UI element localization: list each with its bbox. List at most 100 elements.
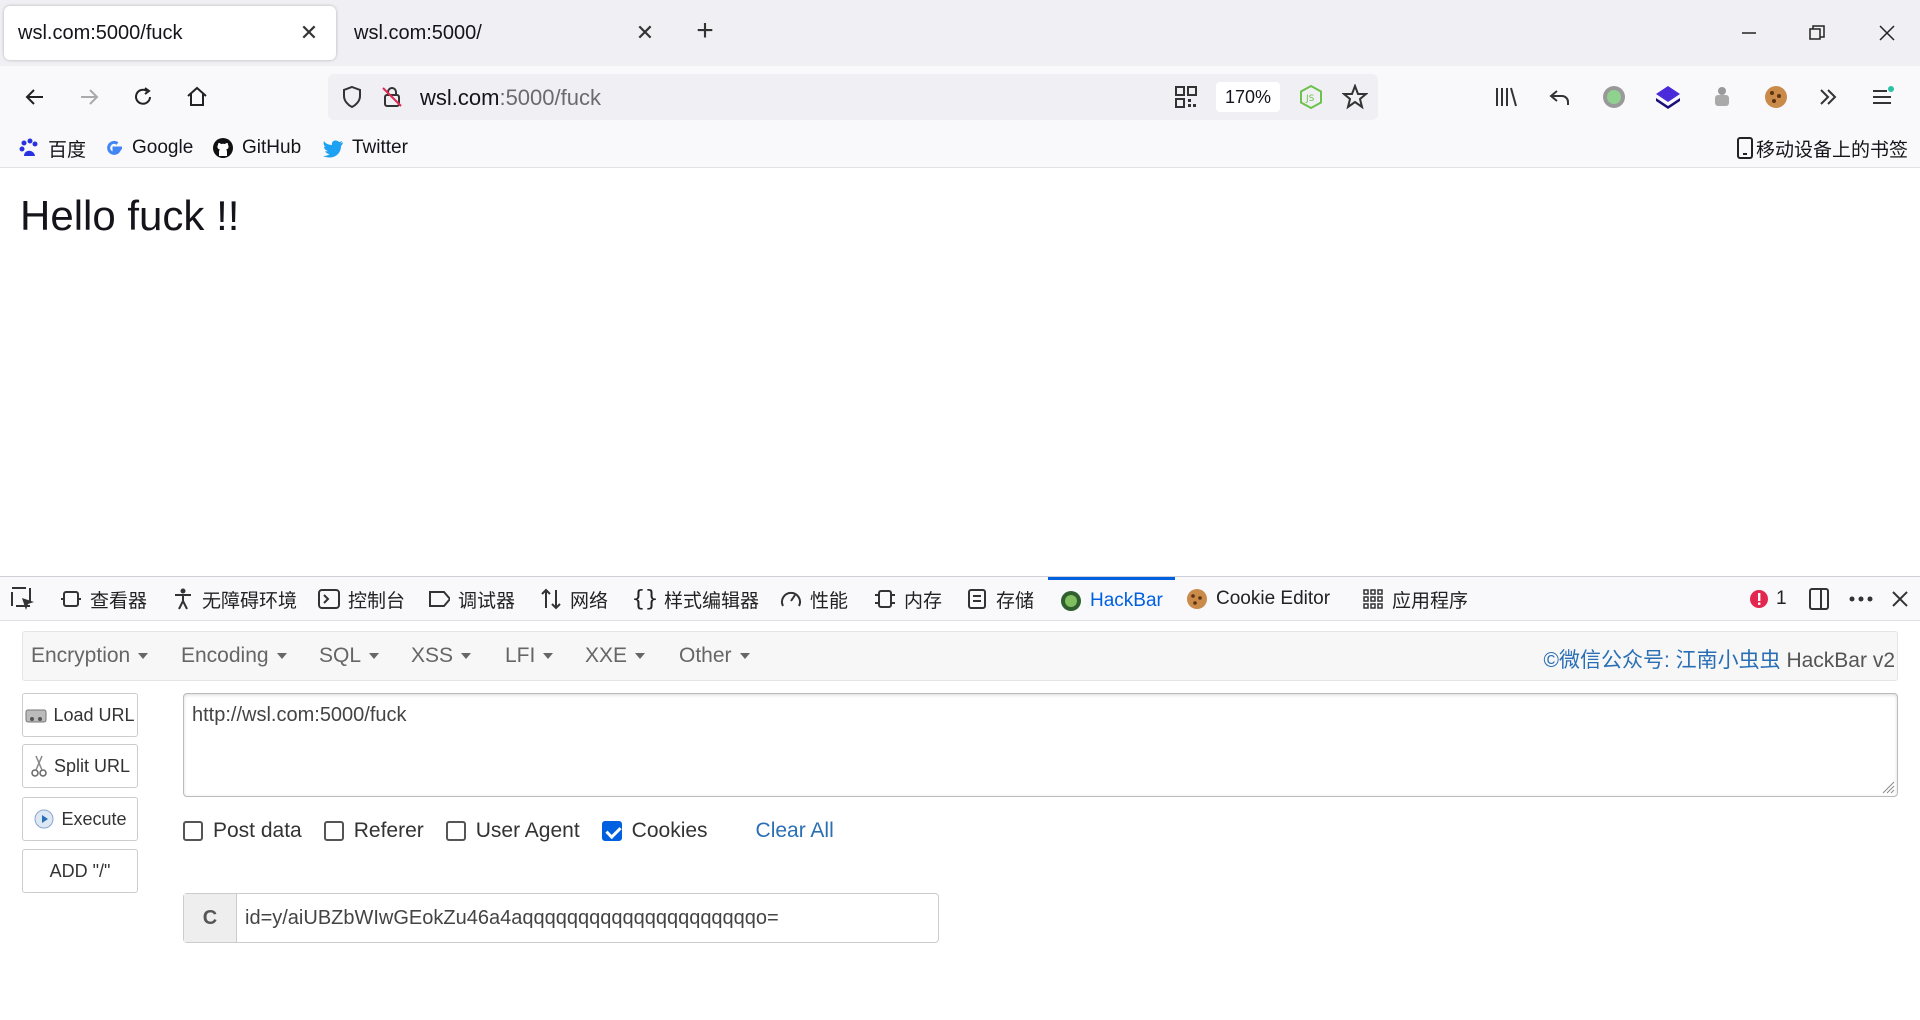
- checkbox-box[interactable]: [445, 821, 466, 841]
- window-close-icon[interactable]: [1860, 12, 1914, 54]
- bookmarks-toolbar: 百度 Google GitHub Twitter 移动设备上的书签: [0, 128, 1920, 168]
- resize-grip-icon[interactable]: [1879, 778, 1895, 794]
- page-content: Hello fuck !!: [0, 168, 1920, 576]
- bookmark-star-icon[interactable]: [1341, 83, 1369, 115]
- menu-sql[interactable]: SQL: [319, 644, 380, 668]
- tab-hackbar[interactable]: HackBar: [1048, 577, 1175, 621]
- hackbar-menu: Encryption Encoding SQL XSS LFI XXE Othe…: [22, 631, 1898, 681]
- overflow-chevron-icon[interactable]: [1808, 76, 1848, 118]
- extension-diamond-icon[interactable]: [1648, 76, 1688, 118]
- credit-link[interactable]: ©微信公众号: 江南小虫虫: [1543, 649, 1780, 672]
- minimize-icon[interactable]: [1722, 12, 1776, 54]
- add-slash-button[interactable]: ADD "/": [22, 849, 138, 893]
- checkbox-box-checked[interactable]: [601, 821, 622, 841]
- load-url-icon: [25, 709, 47, 723]
- error-count[interactable]: 1: [1748, 577, 1787, 621]
- menu-encryption[interactable]: Encryption: [31, 644, 149, 668]
- menu-icon[interactable]: [1862, 76, 1902, 118]
- github-icon: [213, 138, 233, 158]
- cookie-icon[interactable]: [1756, 76, 1796, 118]
- extension-circle-icon[interactable]: [1594, 76, 1634, 118]
- restore-icon[interactable]: [1790, 12, 1844, 54]
- tab-console[interactable]: 控制台: [318, 577, 405, 621]
- checkbox-box[interactable]: [323, 821, 344, 841]
- inspector-icon: [60, 588, 82, 610]
- undo-icon[interactable]: [1540, 76, 1580, 118]
- tab-application[interactable]: 应用程序: [1362, 577, 1468, 621]
- caret-down-icon: [543, 653, 554, 660]
- post-data-checkbox[interactable]: Post data: [183, 819, 302, 843]
- bookmark-github[interactable]: GitHub: [212, 134, 301, 162]
- extension-puzzle-icon[interactable]: [1702, 76, 1742, 118]
- home-icon[interactable]: [176, 76, 218, 118]
- reload-icon[interactable]: [122, 76, 164, 118]
- menu-lfi[interactable]: LFI: [505, 644, 554, 668]
- style-braces-icon: {}: [631, 586, 659, 612]
- menu-xxe[interactable]: XXE: [585, 644, 646, 668]
- cookie-field: C id=y/aiUBZbWIwGEokZu46a4aqqqqqqqqqqqqq…: [183, 893, 939, 943]
- devtools-close-icon[interactable]: [1890, 577, 1910, 621]
- split-url-button[interactable]: Split URL: [22, 744, 138, 788]
- referer-checkbox[interactable]: Referer: [323, 819, 424, 843]
- tab-debugger[interactable]: 调试器: [428, 577, 515, 621]
- tab-performance[interactable]: 性能: [780, 577, 848, 621]
- error-icon: [1748, 588, 1770, 610]
- zoom-level[interactable]: 170%: [1216, 82, 1280, 112]
- bookmark-twitter[interactable]: Twitter: [322, 134, 408, 162]
- scissors-icon: [31, 755, 47, 777]
- cookie-editor-icon: [1186, 588, 1208, 610]
- execute-button[interactable]: Execute: [22, 797, 138, 841]
- load-url-button[interactable]: Load URL: [22, 693, 138, 737]
- dock-side-icon[interactable]: [1808, 577, 1830, 621]
- hackbar-url-input[interactable]: http://wsl.com:5000/fuck: [183, 693, 1898, 797]
- close-icon[interactable]: ✕: [632, 20, 658, 46]
- clear-all-link[interactable]: Clear All: [756, 819, 834, 843]
- tab-strip: wsl.com:5000/fuck ✕ wsl.com:5000/ ✕ +: [0, 0, 1920, 66]
- back-icon[interactable]: [14, 76, 56, 118]
- debugger-icon: [428, 588, 450, 610]
- tab-accessibility[interactable]: 无障碍环境: [172, 577, 297, 621]
- tab-inactive[interactable]: wsl.com:5000/ ✕: [340, 6, 672, 60]
- more-options-icon[interactable]: [1848, 577, 1874, 621]
- shield-icon[interactable]: [340, 85, 364, 114]
- tab-storage[interactable]: 存储: [966, 577, 1034, 621]
- caret-down-icon: [276, 653, 287, 660]
- cookie-label: C: [184, 894, 237, 942]
- tab-network[interactable]: 网络: [540, 577, 608, 621]
- memory-chip-icon: [874, 588, 896, 610]
- new-tab-icon[interactable]: +: [690, 16, 720, 50]
- tab-memory[interactable]: 内存: [874, 577, 942, 621]
- nodejs-icon[interactable]: JS: [1298, 84, 1324, 115]
- tab-inspector[interactable]: 查看器: [60, 577, 147, 621]
- caret-down-icon: [635, 653, 646, 660]
- library-icon[interactable]: [1486, 76, 1526, 118]
- qr-code-icon[interactable]: [1174, 85, 1198, 114]
- tab-active[interactable]: wsl.com:5000/fuck ✕: [4, 6, 336, 60]
- page-heading: Hello fuck !!: [20, 192, 240, 239]
- mobile-bookmarks[interactable]: 移动设备上的书签: [1736, 134, 1908, 162]
- close-icon[interactable]: ✕: [296, 20, 322, 46]
- url-text[interactable]: wsl.com:5000/fuck: [420, 85, 601, 111]
- menu-encoding[interactable]: Encoding: [181, 644, 287, 668]
- checkbox-box[interactable]: [183, 821, 203, 841]
- user-agent-checkbox[interactable]: User Agent: [445, 819, 580, 843]
- cookie-input[interactable]: id=y/aiUBZbWIwGEokZu46a4aqqqqqqqqqqqqqqq…: [237, 894, 779, 942]
- insecure-lock-icon[interactable]: [380, 85, 404, 114]
- bookmark-google[interactable]: Google: [104, 134, 193, 162]
- performance-gauge-icon: [780, 588, 802, 610]
- forward-icon[interactable]: [68, 76, 110, 118]
- caret-down-icon: [369, 653, 380, 660]
- devtools-panel: 查看器 无障碍环境 控制台 调试器 网络 {} 样式编辑器 性能 内存 存储 H…: [0, 576, 1920, 1020]
- cookies-checkbox[interactable]: Cookies: [601, 819, 708, 843]
- tab-cookie-editor[interactable]: Cookie Editor: [1186, 577, 1330, 621]
- element-picker-icon[interactable]: [10, 577, 36, 621]
- menu-other[interactable]: Other: [679, 644, 750, 668]
- application-grid-icon: [1362, 588, 1384, 610]
- accessibility-icon: [172, 588, 194, 610]
- url-bar[interactable]: wsl.com:5000/fuck 170% JS: [328, 74, 1378, 120]
- tab-title: wsl.com:5000/fuck: [18, 21, 183, 44]
- tab-style-editor[interactable]: {} 样式编辑器: [631, 577, 759, 621]
- menu-xss[interactable]: XSS: [411, 644, 472, 668]
- caret-down-icon: [461, 653, 472, 660]
- bookmark-baidu[interactable]: 百度: [18, 134, 86, 162]
